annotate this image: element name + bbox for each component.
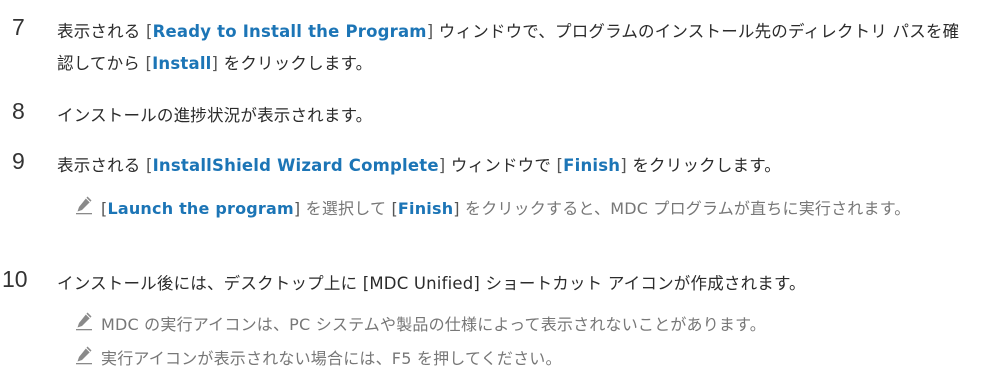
ui-term-launch-program: Launch the program xyxy=(107,199,294,218)
step-text: インストール後には、デスクトップ上に [MDC Unified] ショートカット… xyxy=(57,268,972,300)
bracket-open: [ xyxy=(145,156,153,175)
bracket-close: ] xyxy=(620,156,627,175)
step-number: 7 xyxy=(12,14,25,40)
step-number: 8 xyxy=(12,98,25,124)
step-text: 表示される [Ready to Install the Program] ウィン… xyxy=(57,16,972,80)
text-run: MDC の実行アイコンは、PC システムや製品の仕様によって表示されないことがあ… xyxy=(101,315,766,334)
note-text: [Launch the program] を選択して [Finish] をクリッ… xyxy=(101,193,971,225)
step-number: 9 xyxy=(12,148,25,174)
text-run: をクリックします。 xyxy=(626,156,782,175)
ui-term-installshield-complete: InstallShield Wizard Complete xyxy=(152,156,439,175)
step-number: 10 xyxy=(2,266,28,292)
ui-term-finish: Finish xyxy=(397,199,454,218)
text-run: 表示される xyxy=(57,22,146,41)
text-run: をクリックすると、MDC プログラムが直ちに実行されます。 xyxy=(459,199,911,218)
note-text: MDC の実行アイコンは、PC システムや製品の仕様によって表示されないことがあ… xyxy=(101,309,971,341)
step-text: 表示される [InstallShield Wizard Complete] ウィ… xyxy=(57,150,972,182)
text-run: を選択して xyxy=(300,199,392,218)
text-run: 表示される xyxy=(57,156,146,175)
bracket-open: [ xyxy=(145,22,153,41)
pencil-note-icon xyxy=(76,312,92,331)
step-text: インストールの進捗状況が表示されます。 xyxy=(57,100,972,132)
pencil-note-icon xyxy=(76,196,92,215)
ui-term-ready-to-install: Ready to Install the Program xyxy=(152,22,427,41)
text-run: インストール後には、デスクトップ上に [MDC Unified] ショートカット… xyxy=(57,274,806,293)
text-run: をクリックします。 xyxy=(218,54,373,73)
text-run: インストールの進捗状況が表示されます。 xyxy=(57,106,373,125)
note-text: 実行アイコンが表示されない場合には、F5 を押してください。 xyxy=(101,343,971,375)
text-run: ウィンドウで xyxy=(445,156,557,175)
pencil-note-icon xyxy=(76,346,92,365)
text-run: 実行アイコンが表示されない場合には、F5 を押してください。 xyxy=(101,349,562,368)
ui-term-finish: Finish xyxy=(563,156,621,175)
ui-term-install: Install xyxy=(152,54,212,73)
